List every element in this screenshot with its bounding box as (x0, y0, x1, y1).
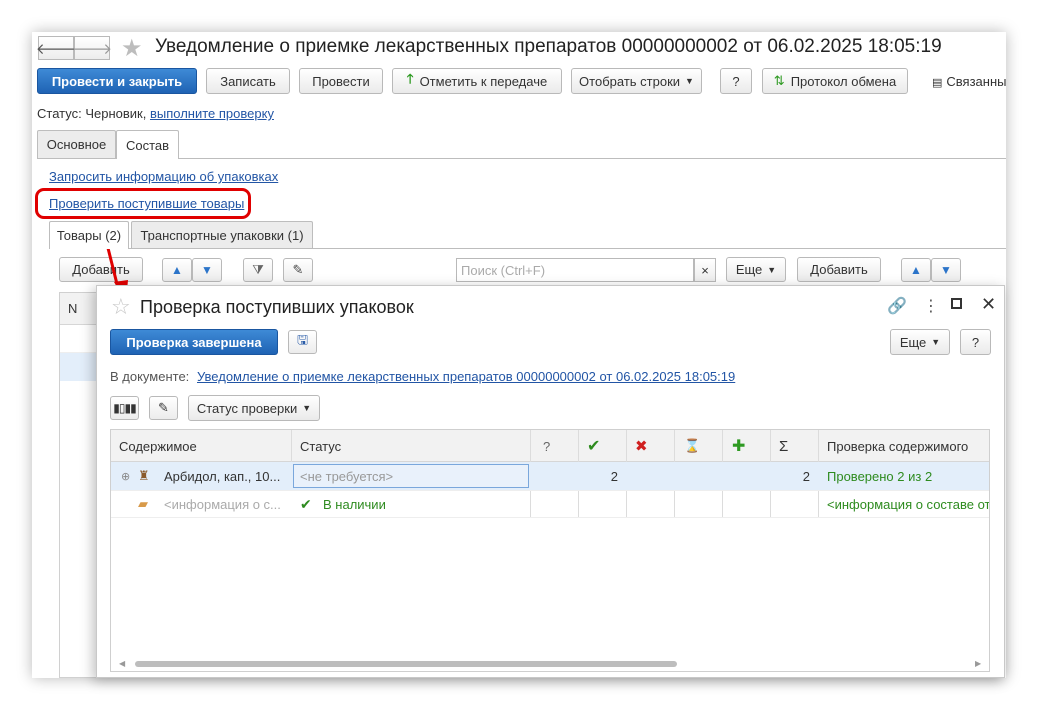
plus-icon[interactable]: ✚ (732, 430, 745, 462)
packages-grid: Содержимое Статус ? ✔ ✖ ⌛ ✚ Σ Проверка с… (110, 429, 990, 672)
tab-composition[interactable]: Состав (116, 130, 179, 159)
barcode-button[interactable]: ▮▯▮▮ (110, 396, 139, 420)
check-icon: ✔ (300, 495, 312, 512)
box-icon: ▰ (138, 496, 148, 511)
check-icon[interactable]: ✔ (587, 430, 600, 462)
check-packages-dialog: ☆ Проверка поступивших упаковок 🔗 ⋮ ✕ Пр… (96, 285, 1005, 678)
save-icon-button[interactable]: 🖫 (288, 330, 317, 354)
check-complete-button[interactable]: Проверка завершена (110, 329, 278, 355)
in-document-label: В документе: (110, 369, 190, 384)
scanner-icon: ✎ (158, 400, 169, 415)
column-header-content-check[interactable]: Проверка содержимого (827, 430, 968, 462)
dialog-more-button[interactable]: Еще ▼ (890, 329, 950, 355)
column-header-question[interactable]: ? (543, 430, 550, 462)
row-ok-count: 2 (610, 468, 618, 484)
dialog-title: Проверка поступивших упаковок (140, 297, 414, 317)
row-sum: 2 (802, 468, 810, 484)
column-header-content[interactable]: Содержимое (119, 430, 197, 462)
expand-icon[interactable]: ⊕ (121, 462, 130, 490)
dropdown-caret-icon: ▼ (302, 403, 312, 413)
status-input[interactable]: <не требуется> (293, 464, 529, 488)
row-status: В наличии (323, 496, 386, 512)
horizontal-scrollbar[interactable] (135, 661, 677, 667)
menu-dots-icon[interactable]: ⋮ (923, 296, 939, 316)
row-check-result: Проверено 2 из 2 (827, 468, 933, 484)
hourglass-icon[interactable]: ⌛ (684, 430, 700, 462)
document-link[interactable]: Уведомление о приемке лекарственных преп… (197, 369, 735, 384)
divider (291, 430, 292, 462)
cross-icon[interactable]: ✖ (635, 430, 648, 462)
check-status-label: Статус проверки (196, 400, 298, 416)
floppy-disk-icon: 🖫 (296, 332, 309, 347)
column-header-status[interactable]: Статус (300, 430, 341, 462)
dialog-help-button[interactable]: ? (960, 329, 991, 355)
tab-goods[interactable]: Товары (2) (49, 221, 129, 249)
medicine-bottle-icon: ♜ (138, 468, 150, 483)
more-label: Еще (899, 334, 927, 350)
check-status-button[interactable]: Статус проверки ▼ (188, 395, 320, 421)
scanner-button[interactable]: ✎ (149, 396, 178, 420)
dropdown-caret-icon: ▼ (931, 337, 941, 347)
maximize-icon[interactable] (951, 298, 962, 309)
row-check-result: <информация о составе от (827, 496, 990, 512)
close-icon[interactable]: ✕ (981, 294, 996, 315)
scroll-left-icon[interactable]: ◀ (119, 659, 125, 668)
scroll-right-icon[interactable]: ▶ (975, 659, 981, 668)
row-content: Арбидол, кап., 10... (164, 468, 281, 484)
row-content: <информация о с... (164, 496, 281, 512)
sum-icon[interactable]: Σ (779, 430, 788, 462)
favorite-star-icon[interactable]: ☆ (111, 294, 131, 320)
link-icon[interactable]: 🔗 (887, 296, 907, 316)
barcode-icon: ▮▯▮▮ (113, 401, 136, 415)
